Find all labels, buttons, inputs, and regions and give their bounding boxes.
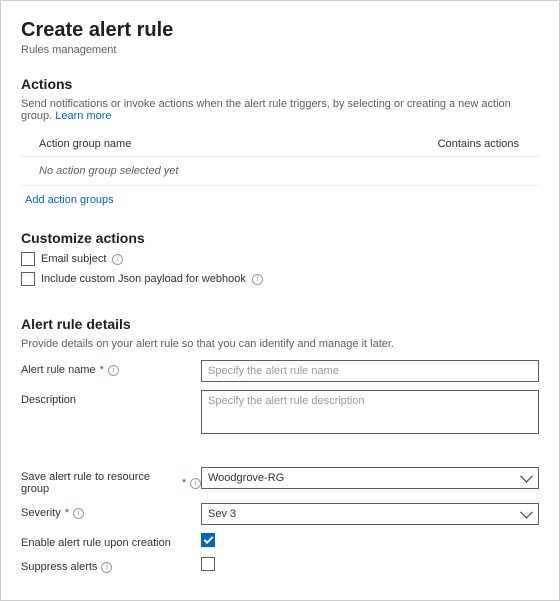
resource-group-select[interactable]: Woodgrove-RG: [201, 467, 539, 489]
enable-rule-label: Enable alert rule upon creation: [21, 537, 171, 549]
learn-more-link[interactable]: Learn more: [55, 110, 111, 122]
suppress-alerts-label: Suppress alerts: [21, 561, 97, 573]
alert-rule-name-input[interactable]: [201, 360, 539, 382]
suppress-alerts-checkbox[interactable]: [201, 557, 215, 571]
info-icon[interactable]: [112, 254, 123, 265]
breadcrumb: Rules management: [21, 44, 539, 56]
alert-rule-name-label: Alert rule name: [21, 364, 96, 376]
section-details-description: Provide details on your alert rule so th…: [21, 338, 539, 350]
custom-json-checkbox[interactable]: [21, 272, 35, 286]
info-icon[interactable]: [108, 365, 119, 376]
description-label: Description: [21, 394, 76, 406]
info-icon[interactable]: [73, 508, 84, 519]
info-icon[interactable]: [252, 274, 263, 285]
page-title: Create alert rule: [21, 19, 539, 42]
info-icon[interactable]: [101, 562, 112, 573]
email-subject-checkbox[interactable]: [21, 252, 35, 266]
add-action-groups-link[interactable]: Add action groups: [25, 194, 114, 206]
required-indicator: *: [65, 507, 69, 519]
resource-group-label: Save alert rule to resource group: [21, 471, 178, 495]
action-group-empty: No action group selected yet: [21, 157, 539, 186]
required-indicator: *: [100, 364, 104, 376]
enable-rule-checkbox[interactable]: [201, 533, 215, 547]
severity-label: Severity: [21, 507, 61, 519]
custom-json-label: Include custom Json payload for webhook: [41, 273, 246, 285]
severity-select[interactable]: Sev 3: [201, 503, 539, 525]
description-input[interactable]: [201, 390, 539, 434]
email-subject-label: Email subject: [41, 253, 106, 265]
section-actions-heading: Actions: [21, 76, 539, 92]
required-indicator: *: [182, 477, 186, 489]
section-actions-description: Send notifications or invoke actions whe…: [21, 98, 539, 122]
col-contains-actions: Contains actions: [281, 132, 539, 157]
section-details-heading: Alert rule details: [21, 316, 539, 332]
action-group-table: Action group name Contains actions No ac…: [21, 132, 539, 186]
section-customize-heading: Customize actions: [21, 230, 539, 246]
info-icon[interactable]: [190, 478, 201, 489]
col-action-group-name: Action group name: [21, 132, 281, 157]
